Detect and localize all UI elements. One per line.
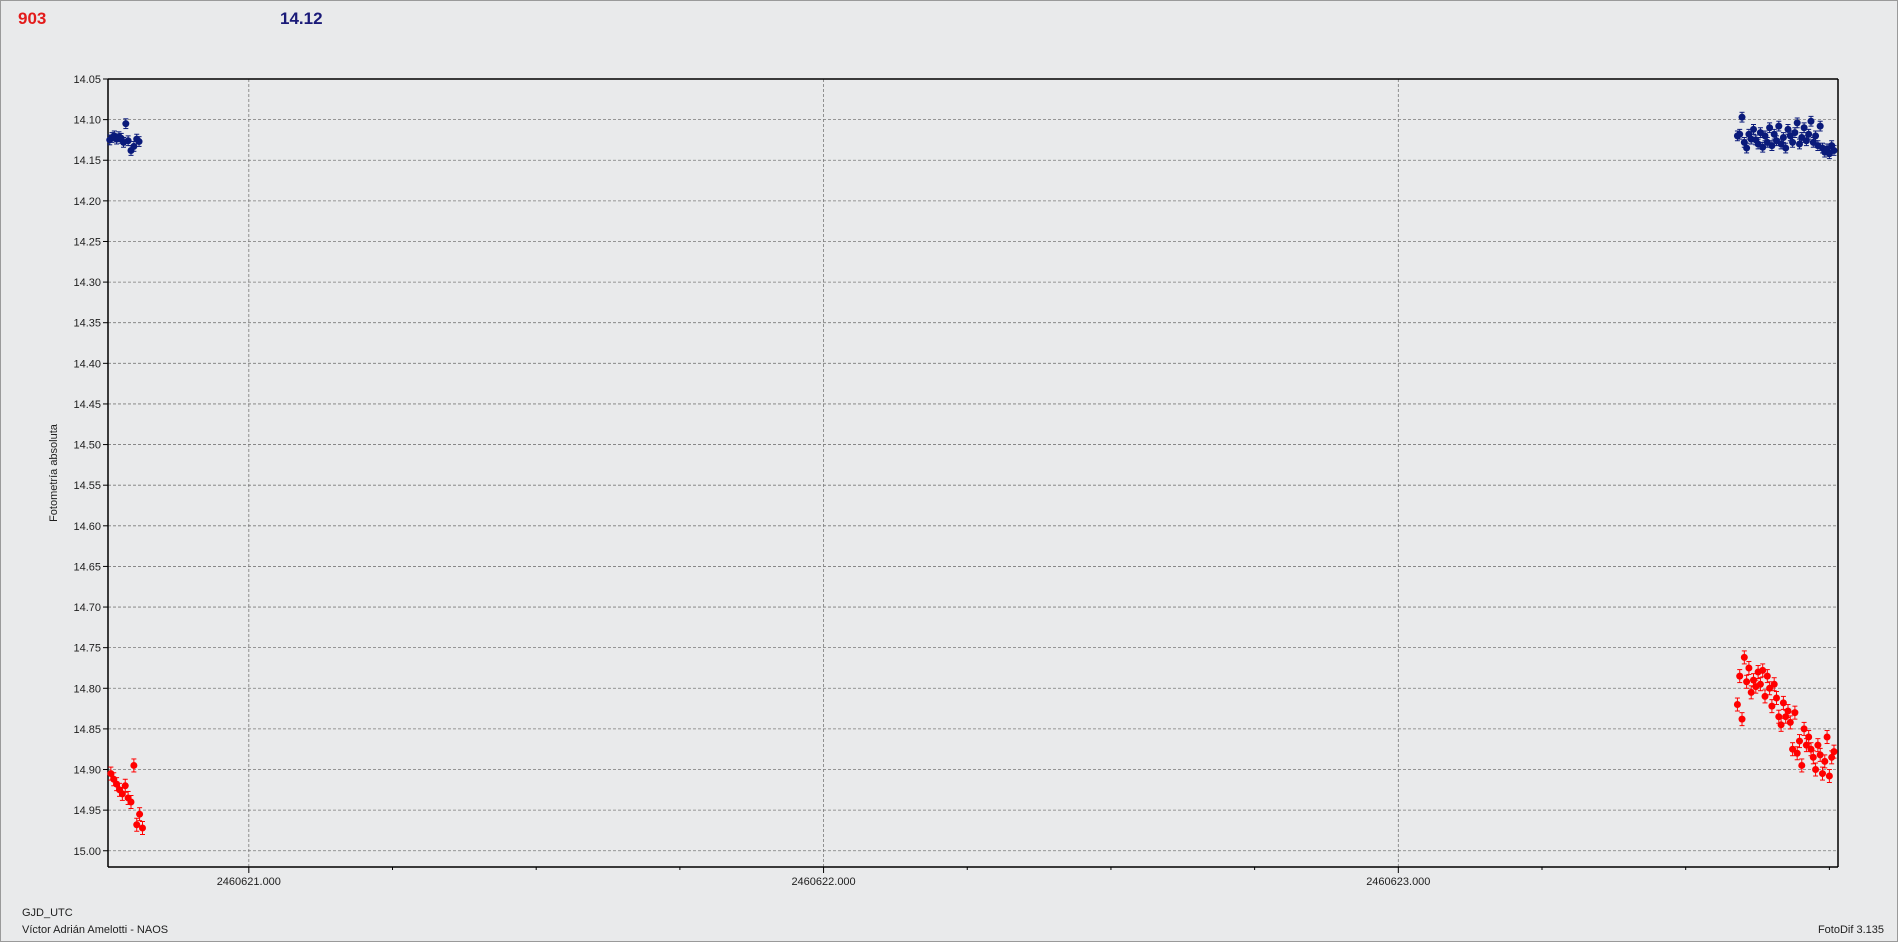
y-tick-label: 14.80 xyxy=(73,683,101,695)
data-point-series-blue xyxy=(1750,125,1758,133)
x-tick-label: 2460622.000 xyxy=(791,876,855,888)
data-point-series-blue xyxy=(135,138,143,146)
y-tick-label: 14.65 xyxy=(73,561,101,573)
x-axis-label: GJD_UTC xyxy=(22,907,73,919)
data-point-series-blue xyxy=(1775,122,1783,130)
y-tick-label: 14.40 xyxy=(73,358,101,370)
data-point-series-blue xyxy=(1793,119,1801,127)
data-point-series-red xyxy=(1736,672,1744,680)
data-point-series-blue xyxy=(1800,124,1808,132)
data-point-series-blue xyxy=(1779,133,1787,141)
data-point-series-red xyxy=(1738,715,1746,723)
y-axis-label: Fotometría absoluta xyxy=(48,423,60,522)
data-point-series-red xyxy=(1773,694,1781,702)
y-tick-label: 14.85 xyxy=(73,724,101,736)
data-point-series-red xyxy=(1740,653,1748,661)
y-tick-label: 14.75 xyxy=(73,643,101,655)
data-point-series-red xyxy=(1786,718,1794,726)
y-tick-label: 14.10 xyxy=(73,115,101,127)
data-point-series-red xyxy=(1812,766,1820,774)
data-point-series-red xyxy=(1756,680,1764,688)
data-point-series-red xyxy=(1763,672,1771,680)
data-point-series-red xyxy=(1793,749,1801,757)
data-point-series-blue xyxy=(1782,144,1790,152)
data-point-series-red xyxy=(121,782,129,790)
data-point-series-red xyxy=(1747,688,1755,696)
data-point-series-red xyxy=(1791,709,1799,717)
data-point-series-red xyxy=(1784,707,1792,715)
data-point-series-red xyxy=(1743,678,1751,686)
data-point-series-red xyxy=(1745,664,1753,672)
data-point-series-red xyxy=(1830,748,1838,756)
y-tick-label: 15.00 xyxy=(73,846,101,858)
x-tick-label: 2460623.000 xyxy=(1366,876,1430,888)
y-tick-label: 14.05 xyxy=(73,74,101,86)
data-point-series-red xyxy=(1770,680,1778,688)
y-tick-label: 14.15 xyxy=(73,155,101,167)
plot-area xyxy=(108,79,1838,867)
data-point-series-red xyxy=(130,761,138,769)
x-tick-label: 2460621.000 xyxy=(217,876,281,888)
y-tick-label: 14.55 xyxy=(73,480,101,492)
y-tick-label: 14.90 xyxy=(73,765,101,777)
data-point-series-red xyxy=(127,798,135,806)
data-point-series-red xyxy=(1821,757,1829,765)
data-point-series-red xyxy=(1777,721,1785,729)
observer-credit: Víctor Adrián Amelotti - NAOS xyxy=(22,924,169,936)
data-point-series-blue xyxy=(1766,124,1774,132)
light-curve-chart[interactable]: 14.05 14.10 14.15 14.20 14.25 14.30 14.35 14.40… xyxy=(0,0,1898,942)
data-point-series-red xyxy=(1761,692,1769,700)
data-point-series-red xyxy=(136,810,144,818)
data-point-series-blue xyxy=(1738,113,1746,121)
data-point-series-red xyxy=(1800,725,1808,733)
y-tick-label: 14.95 xyxy=(73,805,101,817)
y-tick-label: 14.50 xyxy=(73,440,101,452)
data-point-series-blue xyxy=(1805,130,1813,138)
data-point-series-red xyxy=(1814,741,1822,749)
data-point-series-red xyxy=(1733,701,1741,709)
data-point-series-blue xyxy=(1736,130,1744,138)
data-point-series-red xyxy=(1805,733,1813,741)
y-tick-label: 14.25 xyxy=(73,236,101,248)
data-point-series-blue xyxy=(1830,146,1838,154)
y-tick-label: 14.20 xyxy=(73,196,101,208)
data-point-series-blue xyxy=(1812,132,1820,140)
software-version: FotoDif 3.135 xyxy=(1817,924,1884,936)
y-tick-label: 14.45 xyxy=(73,399,101,411)
data-point-series-blue xyxy=(1816,122,1824,130)
data-point-series-red xyxy=(1798,761,1806,769)
data-point-series-red xyxy=(138,824,146,832)
y-tick-label: 14.35 xyxy=(73,318,101,330)
data-point-series-blue xyxy=(1807,117,1815,125)
data-point-series-red xyxy=(1825,772,1833,780)
data-point-series-red xyxy=(1759,666,1767,674)
data-point-series-blue xyxy=(122,120,130,128)
data-point-series-red xyxy=(1768,702,1776,710)
data-point-series-red xyxy=(1795,737,1803,745)
y-tick-label: 14.30 xyxy=(73,277,101,289)
data-point-series-red xyxy=(1823,733,1831,741)
y-tick-label: 14.60 xyxy=(73,521,101,533)
data-point-series-blue xyxy=(1791,129,1799,137)
data-point-series-red xyxy=(1809,753,1817,761)
data-point-series-red xyxy=(1818,770,1826,778)
data-point-series-blue xyxy=(1743,144,1751,152)
data-point-series-blue xyxy=(1789,138,1797,146)
data-point-series-blue xyxy=(124,137,132,145)
data-point-series-red xyxy=(1779,699,1787,707)
y-tick-label: 14.70 xyxy=(73,602,101,614)
